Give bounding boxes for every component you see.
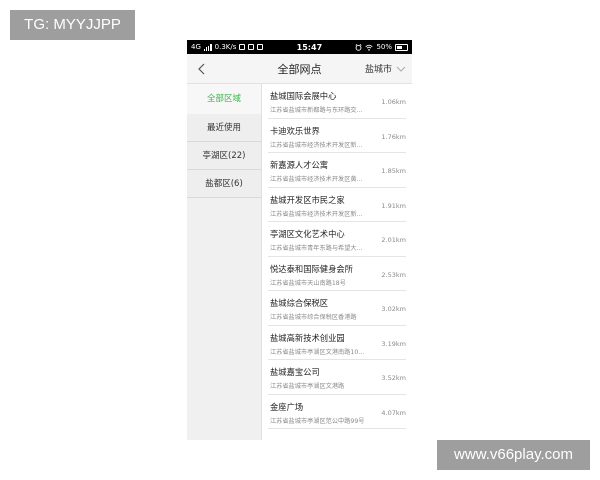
outlet-address: 江苏省盐城市新都路与东环路交... [270, 107, 363, 114]
sidebar-item-yandu[interactable]: 盐都区(6) [187, 170, 261, 198]
outlet-distance: 3.02km [381, 305, 406, 313]
outlet-distance: 2.01km [381, 236, 406, 244]
sidebar-item-label: 最近使用 [206, 123, 241, 133]
outlet-address: 江苏省盐城市亭湖区文港南路10... [270, 348, 365, 356]
signal-icon [203, 43, 212, 51]
district-sidebar: 全部区域 最近使用 亭湖区(22) 盐都区(6) [187, 84, 262, 440]
sidebar-item-recent[interactable]: 最近使用 [187, 114, 261, 142]
battery-percent: 50% [376, 43, 392, 51]
outlet-name: 卡迪欢乐世界 [270, 125, 320, 136]
outlet-address: 江苏省盐城市青年东路与希望大... [270, 245, 363, 252]
nav-bar: 全部网点 盐城市 [187, 54, 412, 84]
watermark-top: TG: MYYJJPP [10, 10, 135, 40]
city-selector-label: 盐城市 [364, 65, 392, 75]
outlet-name: 金座广场 [270, 401, 304, 412]
outlet-distance: 3.19km [381, 339, 406, 348]
list-item[interactable]: 盐城高新技术创业园 江苏省盐城市亭湖区文港南路10... 3.19km [268, 326, 406, 360]
outlet-distance: 1.85km [381, 167, 406, 175]
outlet-address: 江苏省盐城市经济技术开发区新... [270, 210, 363, 218]
outlet-name: 悦达泰和国际健身会所 [270, 263, 353, 274]
wifi-icon [365, 44, 374, 51]
list-item[interactable]: 亭湖区文化艺术中心 江苏省盐城市青年东路与希望大... 2.01km [268, 222, 406, 257]
outlet-distance: 3.52km [381, 374, 406, 382]
outlet-list: 盐城国际会展中心 江苏省盐城市新都路与东环路交... 1.06km 卡迪欢乐世界… [262, 84, 412, 440]
status-bar: 4G 0.3K/s 15:47 50% [187, 40, 412, 54]
watermark-bottom: www.v66play.com [437, 440, 590, 470]
outlet-name: 盐城开发区市民之家 [270, 194, 345, 205]
outlet-address: 江苏省盐城市亭湖区范公中路99号 [270, 417, 365, 425]
list-item[interactable]: 新嘉源人才公寓 江苏省盐城市经济技术开发区黄... 1.85km [268, 153, 406, 188]
chat-icon [239, 44, 246, 50]
outlet-address: 江苏省盐城市亭湖区文港路 [270, 383, 345, 390]
outlet-name: 盐城综合保税区 [270, 298, 329, 308]
city-selector[interactable]: 盐城市 [365, 62, 406, 75]
status-time: 15:47 [296, 42, 323, 52]
sidebar-item-all-districts[interactable]: 全部区域 [187, 84, 261, 114]
image-icon [257, 44, 264, 50]
list-item[interactable]: 金座广场 江苏省盐城市亭湖区范公中路99号 4.07km [268, 395, 406, 429]
list-item[interactable]: 盐城开发区市民之家 江苏省盐城市经济技术开发区新... 1.91km [268, 188, 406, 222]
outlet-address: 江苏省盐城市经济技术开发区新... [270, 141, 363, 149]
alarm-icon [355, 43, 362, 51]
phone-screen: 4G 0.3K/s 15:47 50% 全部网点 盐城市 全部区域 最近使用 亭… [187, 40, 412, 440]
outlet-distance: 2.53km [381, 270, 406, 279]
sidebar-item-label: 盐都区(6) [205, 179, 243, 189]
outlet-distance: 4.07km [381, 408, 406, 417]
list-item[interactable]: 卡迪欢乐世界 江苏省盐城市经济技术开发区新... 1.76km [268, 119, 406, 153]
status-left: 4G 0.3K/s [191, 43, 264, 51]
notification-icon [248, 44, 255, 50]
network-speed: 0.3K/s [214, 43, 237, 51]
network-type: 4G [191, 43, 201, 51]
outlet-address: 江苏省盐城市综合保税区香港路 [270, 314, 357, 321]
outlet-name: 盐城高新技术创业园 [270, 332, 345, 343]
list-item[interactable]: 悦达泰和国际健身会所 江苏省盐城市天山南路18号 2.53km [268, 257, 406, 291]
sidebar-item-label: 全部区域 [206, 94, 241, 104]
outlet-name: 亭湖区文化艺术中心 [270, 229, 345, 239]
outlet-name: 新嘉源人才公寓 [270, 160, 329, 170]
outlet-distance: 1.76km [381, 132, 406, 141]
outlet-distance: 1.06km [381, 98, 406, 106]
outlet-address: 江苏省盐城市经济技术开发区黄... [270, 176, 363, 183]
battery-icon [395, 43, 408, 51]
chevron-down-icon [396, 66, 406, 72]
outlet-address: 江苏省盐城市天山南路18号 [270, 279, 346, 287]
sidebar-item-label: 亭湖区(22) [202, 151, 246, 161]
outlet-distance: 1.91km [381, 201, 406, 210]
sidebar-item-tinghu[interactable]: 亭湖区(22) [187, 142, 261, 170]
list-item[interactable]: 盐城嘉宝公司 江苏省盐城市亭湖区文港路 3.52km [268, 360, 406, 395]
list-item[interactable]: 盐城国际会展中心 江苏省盐城市新都路与东环路交... 1.06km [268, 84, 406, 119]
outlet-name: 盐城国际会展中心 [270, 91, 337, 101]
outlet-name: 盐城嘉宝公司 [270, 367, 320, 377]
status-right: 50% [355, 43, 408, 51]
list-item[interactable]: 盐城综合保税区 江苏省盐城市综合保税区香港路 3.02km [268, 291, 406, 326]
